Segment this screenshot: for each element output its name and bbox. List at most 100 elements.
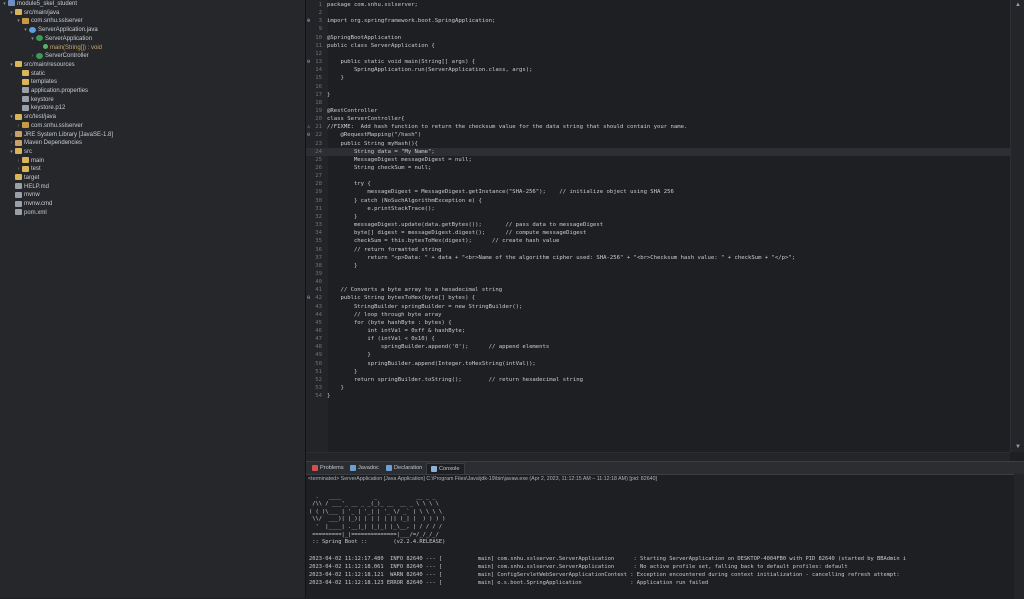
expand-arrow-icon[interactable]: ▾ bbox=[15, 17, 22, 26]
tree-item[interactable]: pom.xml bbox=[0, 209, 47, 218]
tree-item[interactable]: ▾ src/main/resources bbox=[0, 61, 75, 70]
code-line[interactable]: 30 } catch (NoSuchAlgorithmException e) … bbox=[306, 197, 1010, 205]
code-line[interactable]: 27 bbox=[306, 172, 1010, 180]
collapse-arrow-icon[interactable]: › bbox=[15, 165, 22, 174]
code-line[interactable]: 46 int intVal = 0xff & hashByte; bbox=[306, 327, 1010, 335]
tree-item[interactable]: application.properties bbox=[0, 87, 88, 96]
scroll-up-icon[interactable]: ▲ bbox=[1011, 0, 1024, 10]
tree-item[interactable]: ▾ ServerApplication bbox=[0, 35, 92, 44]
tree-item[interactable]: target bbox=[0, 174, 39, 183]
code-line[interactable]: 20 class ServerController{ bbox=[306, 115, 1010, 123]
collapse-arrow-icon[interactable]: › bbox=[8, 139, 15, 148]
code-line[interactable]: ⚠ 21//FIXME: Add hash function to return … bbox=[306, 123, 1010, 131]
expand-arrow-icon[interactable]: ▾ bbox=[1, 0, 8, 9]
tree-item[interactable]: ▾ ServerApplication.java bbox=[0, 26, 98, 35]
tree-item[interactable]: mvnw.cmd bbox=[0, 200, 52, 209]
code-line[interactable]: 35 checkSum = this.bytesToHex(digest); /… bbox=[306, 237, 1010, 245]
code-line[interactable]: 45 for (byte hashByte : bytes) { bbox=[306, 319, 1010, 327]
code-line[interactable]: 41 // Converts a byte array to a hexadec… bbox=[306, 286, 1010, 294]
code-line[interactable]: 1 package com.snhu.sslserver; bbox=[306, 1, 1010, 9]
code-line[interactable]: 18 bbox=[306, 99, 1010, 107]
console-scrollbar[interactable] bbox=[1014, 474, 1024, 599]
expand-arrow-icon[interactable]: ▾ bbox=[8, 113, 15, 122]
code-line[interactable]: 10 @SpringBootApplication bbox=[306, 34, 1010, 42]
editor-vertical-scrollbar[interactable]: ▲ ▼ bbox=[1010, 0, 1024, 452]
code-line[interactable]: 17} bbox=[306, 91, 1010, 99]
code-line[interactable]: 24 String data = "My Name"; bbox=[306, 147, 1010, 156]
expand-arrow-icon[interactable]: ▾ bbox=[8, 148, 15, 157]
editor-horizontal-scrollbar[interactable] bbox=[306, 452, 1010, 461]
tree-item[interactable]: › com.snhu.sslserver bbox=[0, 122, 83, 131]
code-line[interactable]: ⊕ 3 import org.springframework.boot.Spring… bbox=[306, 17, 1010, 25]
code-line[interactable]: 48 springBuilder.append('0'); // append … bbox=[306, 343, 1010, 351]
expand-arrow-icon[interactable]: ▾ bbox=[8, 9, 15, 18]
code-line[interactable]: 12 bbox=[306, 50, 1010, 58]
tree-item[interactable]: › ServerController bbox=[0, 52, 89, 61]
code-line[interactable]: 38 } bbox=[306, 262, 1010, 270]
tab-declaration[interactable]: Declaration bbox=[382, 463, 426, 473]
fold-marker-icon[interactable]: ⊖ bbox=[307, 131, 310, 139]
code-line[interactable]: 39 bbox=[306, 270, 1010, 278]
tree-item[interactable]: templates bbox=[0, 78, 57, 87]
code-line[interactable]: 26 String checkSum = null; bbox=[306, 164, 1010, 172]
code-line[interactable]: 9 bbox=[306, 25, 1010, 33]
tree-item[interactable]: ▾ module5_skel_student bbox=[0, 0, 77, 9]
tree-item[interactable]: ▾ src bbox=[0, 148, 32, 157]
code-line[interactable]: ⊖ 22 @RequestMapping("/hash") bbox=[306, 131, 1010, 139]
code-line[interactable]: 49 } bbox=[306, 351, 1010, 359]
code-line[interactable]: 14 SpringApplication.run(ServerApplicati… bbox=[306, 66, 1010, 74]
fold-marker-icon[interactable]: ⊕ bbox=[307, 17, 310, 25]
collapse-arrow-icon[interactable]: › bbox=[29, 52, 36, 61]
expand-arrow-icon[interactable]: ▾ bbox=[22, 26, 29, 35]
fold-marker-icon[interactable]: ⚠ bbox=[307, 123, 310, 131]
code-line[interactable]: ⊖ 13 public static void main(String[] arg… bbox=[306, 58, 1010, 66]
tab-javadoc[interactable]: Javadoc bbox=[346, 463, 383, 473]
tree-item[interactable]: mvnw bbox=[0, 191, 40, 200]
code-line[interactable]: 47 if (intVal < 0x10) { bbox=[306, 335, 1010, 343]
collapse-arrow-icon[interactable]: › bbox=[8, 131, 15, 140]
code-line[interactable]: 53 } bbox=[306, 384, 1010, 392]
code-line[interactable]: 19 @RestController bbox=[306, 107, 1010, 115]
code-line[interactable]: 2 bbox=[306, 9, 1010, 17]
code-line[interactable]: 37 return "<p>Data: " + data + "<br>Name… bbox=[306, 254, 1010, 262]
tree-item[interactable]: › main bbox=[0, 157, 44, 166]
tree-item[interactable]: › JRE System Library [JavaSE-1.8] bbox=[0, 130, 113, 140]
tree-item[interactable]: › Maven Dependencies bbox=[0, 139, 82, 148]
fold-marker-icon[interactable]: ⊖ bbox=[307, 58, 310, 66]
tree-item[interactable]: keystore.p12 bbox=[0, 104, 65, 113]
code-line[interactable]: 32 } bbox=[306, 213, 1010, 221]
code-line[interactable]: 33 messageDigest.update(data.getBytes())… bbox=[306, 221, 1010, 229]
code-line[interactable]: 34 byte[] digest = messageDigest.digest(… bbox=[306, 229, 1010, 237]
code-line[interactable]: 51 } bbox=[306, 368, 1010, 376]
code-line[interactable]: 54} bbox=[306, 392, 1010, 400]
tree-item[interactable]: › test bbox=[0, 165, 41, 174]
code-line[interactable]: 25 MessageDigest messageDigest = null; bbox=[306, 156, 1010, 164]
code-line[interactable]: 11 public class ServerApplication { bbox=[306, 42, 1010, 50]
code-line[interactable]: 50 springBuilder.append(Integer.toHexStr… bbox=[306, 360, 1010, 368]
tab-problems[interactable]: Problems bbox=[308, 463, 348, 473]
scroll-down-icon[interactable]: ▼ bbox=[1011, 442, 1024, 452]
tree-item[interactable]: ▾ src/main/java bbox=[0, 9, 59, 18]
code-line[interactable]: 31 e.printStackTrace(); bbox=[306, 205, 1010, 213]
code-line[interactable]: 29 messageDigest = MessageDigest.getInst… bbox=[306, 188, 1010, 196]
expand-arrow-icon[interactable]: ▾ bbox=[8, 61, 15, 70]
tree-item[interactable]: ▾ com.snhu.sslserver bbox=[0, 17, 83, 26]
collapse-arrow-icon[interactable]: › bbox=[15, 157, 22, 166]
fold-marker-icon[interactable]: ⊖ bbox=[307, 294, 310, 302]
code-line[interactable]: 36 // return formatted string bbox=[306, 246, 1010, 254]
tree-item[interactable]: HELP.md bbox=[0, 183, 49, 192]
code-line[interactable]: 23 public String myHash(){ bbox=[306, 140, 1010, 148]
tree-item[interactable]: keystore bbox=[0, 96, 54, 105]
code-line[interactable]: 44 // loop through byte array bbox=[306, 311, 1010, 319]
tab-console[interactable]: Console bbox=[426, 463, 465, 474]
tree-item[interactable]: ▾ src/test/java bbox=[0, 113, 56, 122]
collapse-arrow-icon[interactable]: › bbox=[15, 122, 22, 131]
code-editor[interactable]: 1 package com.snhu.sslserver; 2 ⊕ 3 import or… bbox=[306, 0, 1010, 452]
expand-arrow-icon[interactable]: ▾ bbox=[29, 35, 36, 44]
code-line[interactable]: 16 bbox=[306, 83, 1010, 91]
tree-item[interactable]: static bbox=[0, 70, 45, 79]
code-line[interactable]: 28 try { bbox=[306, 180, 1010, 188]
code-line[interactable]: 52 return springBuilder.toString(); // r… bbox=[306, 376, 1010, 384]
code-line[interactable]: 15 } bbox=[306, 74, 1010, 82]
code-line[interactable]: ⊖ 42 public String bytesToHex(byte[] byte… bbox=[306, 294, 1010, 302]
